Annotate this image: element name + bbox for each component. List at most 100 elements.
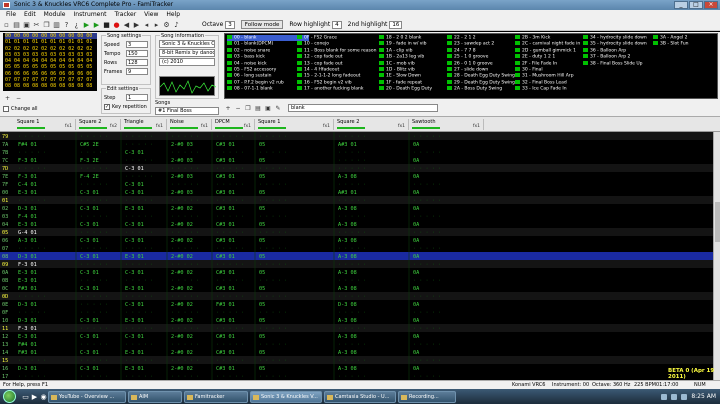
pattern-cell[interactable]: · · · · · [216, 278, 244, 284]
pattern-cell[interactable]: · · · · · [125, 158, 153, 164]
song-select[interactable]: #1 Final Boss [155, 107, 219, 115]
pattern-editor[interactable]: 79 · · · · · · · · · · · · · · · · · · · · · … [0, 132, 713, 380]
about-icon[interactable]: ? [62, 20, 71, 29]
pattern-cell[interactable]: · · · · · [125, 262, 153, 268]
pattern-cell[interactable]: · · · · · [413, 230, 441, 236]
pattern-cell[interactable]: C-3 01 [125, 238, 144, 244]
open-file-icon[interactable]: ▤ [12, 20, 21, 29]
pattern-cell[interactable]: C-3 01 [80, 254, 99, 260]
help-icon[interactable]: ¿ [72, 20, 81, 29]
show-desktop-icon[interactable]: ▭ [21, 392, 30, 401]
pattern-cell[interactable]: A-3 08 [338, 206, 357, 212]
settings-icon[interactable]: ⚙ [162, 20, 171, 29]
browser-icon[interactable]: ◉ [39, 392, 48, 401]
pattern-cell[interactable]: · · · · · [125, 278, 153, 284]
pattern-cell[interactable]: · · · · · [171, 342, 199, 348]
pattern-cell[interactable]: · · · · · [216, 310, 244, 316]
pattern-cell[interactable]: 05 [259, 254, 265, 260]
pattern-cell[interactable]: · · · · · [171, 310, 199, 316]
channel-fx-count[interactable]: fx1 [398, 124, 405, 129]
channel-header-7[interactable]: Sawtooth fx1 [410, 119, 484, 130]
channel-fx-count[interactable]: fx1 [473, 124, 480, 129]
pattern-cell[interactable]: C#3 01 [216, 254, 235, 260]
pattern-cell[interactable]: · · · · · [125, 326, 153, 332]
pattern-cell[interactable]: · · · · · [18, 198, 46, 204]
save-icon[interactable]: ▣ [22, 20, 31, 29]
pattern-cell[interactable]: C-3 01 [80, 350, 99, 356]
clone-instrument-icon[interactable]: ❐ [244, 104, 252, 112]
pattern-cell[interactable]: · · · · · [259, 278, 287, 284]
edit-instrument-icon[interactable]: ✎ [274, 104, 282, 112]
pattern-cell[interactable]: · · · · · [413, 182, 441, 188]
pattern-cell[interactable]: D-3 01 [18, 206, 37, 212]
pattern-cell[interactable]: · · · · · [125, 230, 153, 236]
remove-frame-icon[interactable]: − [14, 94, 23, 103]
pattern-cell[interactable]: 0A [413, 286, 420, 292]
channel-fx-count[interactable]: fx1 [201, 124, 208, 129]
pattern-cell[interactable]: · · · · · [171, 198, 199, 204]
frame-row[interactable]: 05 05 05 05 05 05 05 05 05 05 [5, 64, 97, 70]
pattern-cell[interactable]: C-3 01 [125, 222, 144, 228]
pattern-cell[interactable]: C#3 01 [216, 206, 235, 212]
pattern-cell[interactable]: · · · · · [216, 230, 244, 236]
channel-header-2[interactable]: Triangle fx1 [122, 119, 167, 130]
instrument-list[interactable]: 00 - blank 01 - blank(DPCM) 02 - noise sna… [224, 33, 718, 99]
pattern-cell[interactable]: C#3 01 [216, 350, 235, 356]
pattern-cell[interactable]: · · · · · [216, 182, 244, 188]
pattern-cell[interactable]: · · · · · [216, 246, 244, 252]
pattern-cell[interactable]: · · · · · [125, 294, 153, 300]
pattern-cell[interactable]: · · · · · [259, 182, 287, 188]
pattern-cell[interactable]: · · · · · [259, 230, 287, 236]
media-player-icon[interactable]: ▶ [30, 392, 39, 401]
pattern-cell[interactable]: · · · · · [338, 310, 366, 316]
follow-mode-button[interactable]: Follow mode [240, 20, 284, 29]
pattern-cell[interactable]: F#3 01 [216, 302, 235, 308]
pattern-cell[interactable]: · · · · · [18, 166, 46, 172]
pattern-cell[interactable]: · · · · · [259, 294, 287, 300]
pattern-cell[interactable]: · · · · · [171, 230, 199, 236]
menu-file[interactable]: File [2, 10, 20, 19]
second-highlight-field[interactable]: 2nd highlight 16 [348, 20, 403, 29]
pattern-cell[interactable]: 0A [413, 222, 420, 228]
pattern-cell[interactable]: · · · · · [80, 182, 108, 188]
pattern-cell[interactable]: 0A [413, 334, 420, 340]
pattern-cell[interactable]: A-3 08 [338, 222, 357, 228]
pattern-cell[interactable]: · · · · · [171, 294, 199, 300]
pattern-cell[interactable]: 05 [259, 302, 265, 308]
step-spin[interactable]: 1 [126, 94, 148, 101]
pattern-cell[interactable]: F-3 01 [18, 158, 37, 164]
pattern-cell[interactable]: 2-#0 02 [171, 254, 193, 260]
pattern-cell[interactable]: · · · · · [80, 294, 108, 300]
menu-help[interactable]: Help [162, 10, 184, 19]
pattern-cell[interactable]: A-3 08 [338, 270, 357, 276]
second-highlight-value[interactable]: 16 [389, 20, 403, 29]
pattern-cell[interactable]: · · · · · [338, 214, 366, 220]
pattern-cell[interactable]: · · · · · [80, 342, 108, 348]
pattern-cell[interactable]: C-3 01 [80, 318, 99, 324]
channel-header-6[interactable]: Square 2 fx1 [335, 119, 409, 130]
pattern-cell[interactable]: · · · · · [338, 358, 366, 364]
pattern-cell[interactable]: 2-#0 02 [171, 366, 193, 372]
pattern-cell[interactable]: · · · · · [80, 262, 108, 268]
pattern-cell[interactable]: · · · · · [259, 150, 287, 156]
instrument-item[interactable]: 3B - Slot Fun [653, 41, 717, 47]
pattern-cell[interactable]: · · · · · [171, 166, 199, 172]
channel-header-5[interactable]: Square 1 fx1 [256, 119, 334, 130]
pattern-cell[interactable]: 05 [259, 334, 265, 340]
pattern-cell[interactable]: G-4 01 [18, 230, 37, 236]
pattern-cell[interactable]: E-3 01 [125, 318, 144, 324]
pattern-cell[interactable]: · · · · · [338, 246, 366, 252]
pattern-cell[interactable]: D-3 01 [18, 366, 37, 372]
pattern-cell[interactable]: 05 [259, 174, 265, 180]
pattern-cell[interactable]: · · · · · [171, 134, 199, 140]
pattern-cell[interactable]: · · · · · [259, 358, 287, 364]
channel-fx-count[interactable]: fx2 [110, 124, 117, 129]
pattern-cell[interactable]: · · · · · [413, 278, 441, 284]
pattern-cell[interactable]: 05 [259, 238, 265, 244]
channel-fx-count[interactable]: fx1 [244, 124, 251, 129]
pattern-cell[interactable]: · · · · · [125, 246, 153, 252]
pattern-cell[interactable]: F-3 01 [18, 262, 37, 268]
pattern-cell[interactable]: · · · · · [338, 230, 366, 236]
song-name-field[interactable]: Sonic 3 & Knuckles OST [159, 40, 215, 48]
pattern-cell[interactable]: · · · · · [171, 150, 199, 156]
